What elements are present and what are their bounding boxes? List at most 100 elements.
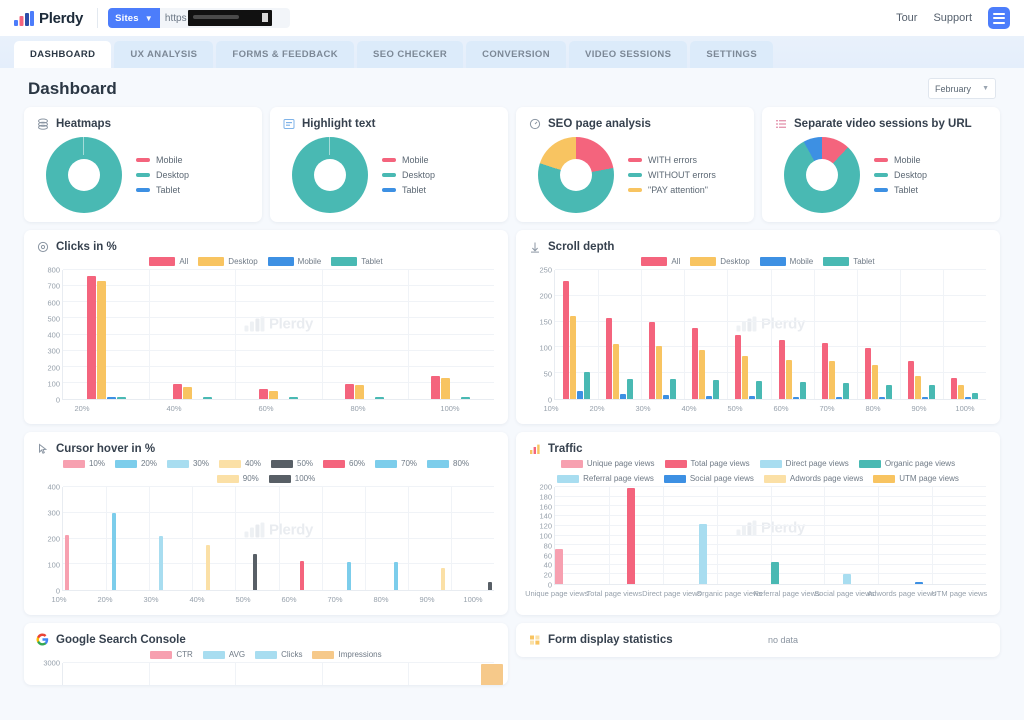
bar[interactable]	[915, 582, 923, 584]
tab-video-sessions[interactable]: VIDEO SESSIONS	[568, 41, 688, 68]
bar[interactable]	[699, 523, 707, 584]
bar[interactable]	[259, 389, 268, 399]
bar[interactable]	[756, 380, 763, 399]
card-title: Heatmaps	[56, 117, 111, 130]
bar[interactable]	[106, 396, 116, 399]
bar[interactable]	[885, 384, 892, 399]
card-google-search-console[interactable]: Google Search Console CTR AVG Clicks Impres…	[24, 623, 508, 685]
card-form-display-statistics[interactable]: Form display statistics no data	[516, 623, 1000, 657]
bar[interactable]	[627, 378, 634, 399]
bar[interactable]	[620, 393, 627, 399]
bar[interactable]	[921, 397, 928, 399]
bar[interactable]	[656, 346, 663, 399]
bar[interactable]	[835, 397, 842, 399]
support-link[interactable]: Support	[933, 12, 972, 24]
tab-forms-feedback[interactable]: FORMS & FEEDBACK	[216, 41, 355, 68]
bar[interactable]	[289, 397, 298, 399]
bar[interactable]	[627, 488, 635, 584]
bar[interactable]	[252, 553, 257, 590]
bar[interactable]	[649, 321, 656, 399]
bar[interactable]	[950, 377, 957, 399]
bar[interactable]	[431, 375, 441, 399]
bar[interactable]	[749, 396, 756, 399]
card-scroll-depth[interactable]: Scroll depth All Desktop Mobile Tablet 0 50 1…	[516, 230, 1000, 424]
bar[interactable]	[441, 378, 451, 399]
tab-conversion[interactable]: CONVERSION	[466, 41, 566, 68]
bar[interactable]	[86, 276, 96, 399]
bar[interactable]	[64, 534, 69, 590]
bar[interactable]	[488, 582, 493, 590]
tab-ux-analysis[interactable]: UX ANALYSIS	[114, 41, 214, 68]
bar[interactable]	[742, 355, 749, 399]
bar[interactable]	[735, 334, 742, 399]
bar[interactable]	[713, 379, 720, 399]
bar[interactable]	[663, 394, 670, 399]
bar[interactable]	[96, 280, 106, 399]
legend-swatch	[874, 173, 888, 177]
tab-settings[interactable]: SETTINGS	[690, 41, 774, 68]
bar[interactable]	[441, 568, 446, 590]
bar[interactable]	[957, 384, 964, 399]
bar[interactable]	[964, 397, 971, 399]
bar[interactable]	[778, 340, 785, 399]
bar[interactable]	[771, 562, 779, 584]
bar[interactable]	[461, 396, 471, 399]
site-url-field[interactable]: https	[159, 8, 290, 28]
legend-item: Desktop	[690, 257, 750, 266]
card-heatmaps[interactable]: Heatmaps Mobile Desktop Tablet	[24, 107, 262, 222]
card-video-sessions[interactable]: Separate video sessions by URL Mobile De…	[762, 107, 1000, 222]
bar[interactable]	[842, 382, 849, 399]
bar[interactable]	[202, 397, 212, 399]
bar[interactable]	[928, 385, 935, 399]
bar[interactable]	[878, 397, 885, 399]
bar[interactable]	[699, 349, 706, 399]
tab-seo-checker[interactable]: SEO CHECKER	[357, 41, 464, 68]
bar[interactable]	[375, 397, 385, 399]
bar[interactable]	[864, 348, 871, 399]
bar[interactable]	[111, 512, 116, 590]
bar[interactable]	[269, 390, 278, 399]
bar[interactable]	[570, 316, 577, 399]
bar[interactable]	[914, 376, 921, 399]
bar[interactable]	[116, 397, 126, 399]
bar[interactable]	[613, 343, 620, 399]
hamburger-menu-icon[interactable]	[988, 7, 1010, 29]
bar[interactable]	[584, 372, 591, 399]
bar[interactable]	[355, 384, 365, 399]
brand-logo-group[interactable]: Plerdy	[14, 10, 83, 27]
card-seo-page-analysis[interactable]: SEO page analysis WITH errors WITHOUT er…	[516, 107, 754, 222]
bar[interactable]	[871, 364, 878, 399]
bar[interactable]	[563, 280, 570, 399]
bar[interactable]	[692, 327, 699, 399]
card-clicks-in-percent[interactable]: Clicks in % All Desktop Mobile Tablet 0 100 2…	[24, 230, 508, 424]
bar[interactable]	[971, 393, 978, 399]
bar[interactable]	[706, 395, 713, 399]
bar[interactable]	[843, 574, 851, 584]
bar[interactable]	[347, 562, 352, 590]
bar[interactable]	[555, 548, 563, 584]
bar[interactable]	[606, 318, 613, 399]
tab-dashboard[interactable]: DASHBOARD	[14, 41, 112, 68]
card-cursor-hover[interactable]: Cursor hover in % 10% 20% 30% 40% 50% 60% 70% 8…	[24, 432, 508, 615]
bar[interactable]	[182, 386, 192, 399]
bar[interactable]	[785, 359, 792, 399]
tour-link[interactable]: Tour	[896, 12, 917, 24]
bar[interactable]	[670, 379, 677, 399]
bar[interactable]	[172, 384, 182, 399]
bar[interactable]	[792, 396, 799, 399]
bar[interactable]	[481, 664, 503, 685]
bar[interactable]	[577, 390, 584, 399]
bar[interactable]	[300, 561, 305, 590]
bar[interactable]	[205, 544, 210, 590]
bar[interactable]	[158, 535, 163, 590]
bar[interactable]	[821, 342, 828, 399]
bar[interactable]	[828, 360, 835, 399]
bar[interactable]	[345, 383, 355, 399]
card-traffic[interactable]: Traffic Unique page views Total page view…	[516, 432, 1000, 615]
card-highlight-text[interactable]: Highlight text Mobile Desktop Tablet	[270, 107, 508, 222]
sites-button[interactable]: Sites ▼	[108, 8, 160, 28]
bar[interactable]	[394, 562, 399, 590]
bar[interactable]	[907, 361, 914, 399]
month-select[interactable]: February ▼	[928, 78, 996, 99]
bar[interactable]	[799, 381, 806, 399]
